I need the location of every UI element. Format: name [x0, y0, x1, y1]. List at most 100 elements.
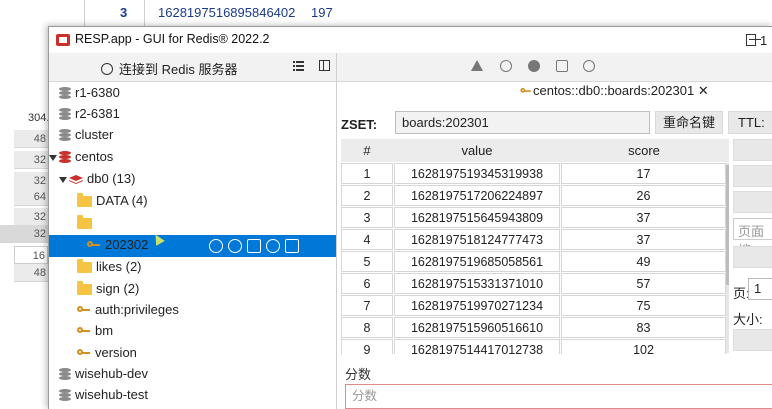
tree-item-bm[interactable]: bm: [77, 320, 113, 341]
background-window-row: 3 1628197516895846402 197: [0, 0, 772, 28]
redis-server-icon: [59, 151, 71, 164]
tree-item-version[interactable]: version: [77, 342, 137, 363]
table-row[interactable]: 1 1628197519345319938 17: [341, 163, 726, 185]
rename-key-button[interactable]: 重命名键: [655, 111, 723, 134]
bg-cell: 64: [14, 188, 48, 206]
table-row[interactable]: 8 1628197515960516610 83: [341, 317, 726, 339]
cell-score[interactable]: 75: [561, 295, 726, 316]
table-row[interactable]: 9 1628197514417012738 102: [341, 339, 726, 354]
cell-score[interactable]: 57: [561, 273, 726, 294]
add-circle-icon: [101, 63, 113, 75]
warning-icon[interactable]: [471, 60, 483, 71]
tree-item-data-folder[interactable]: DATA (4): [77, 190, 148, 211]
toggle-panel-icon[interactable]: [319, 60, 330, 71]
copy-icon[interactable]: [247, 239, 261, 253]
tree-item-label: bm: [95, 323, 114, 338]
title-bar[interactable]: RESP.app - GUI for Redis® 2022.2: [49, 27, 772, 53]
cell-score[interactable]: 26: [561, 185, 726, 206]
tree-item-wisehub-dev[interactable]: wisehub-dev: [59, 363, 148, 384]
table-row[interactable]: 4 1628197518124777473 37: [341, 229, 726, 251]
cell-index[interactable]: 4: [341, 229, 393, 250]
table-row[interactable]: 6 1628197515331371010 57: [341, 273, 726, 295]
cell-index[interactable]: 1: [341, 163, 393, 184]
add-key-icon[interactable]: [228, 239, 242, 253]
table-row[interactable]: 5 1628197519685058561 49: [341, 251, 726, 273]
column-header-score[interactable]: score: [561, 139, 727, 162]
cell-score[interactable]: 17: [561, 163, 726, 184]
help-icon[interactable]: [500, 60, 512, 72]
column-header-value[interactable]: value: [394, 139, 560, 162]
page-search-input[interactable]: 页面搜: [733, 218, 772, 258]
cell-value[interactable]: 1628197515331371010: [394, 273, 560, 294]
cell-value[interactable]: 1628197519345319938: [394, 163, 560, 184]
cell-index[interactable]: 5: [341, 251, 393, 272]
key-name-field[interactable]: boards:202301: [395, 111, 650, 134]
tree-item-cluster[interactable]: cluster: [59, 124, 113, 145]
log-icon[interactable]: [746, 34, 756, 46]
expand-arrow-icon[interactable]: [59, 176, 67, 183]
cell-index[interactable]: 6: [341, 273, 393, 294]
tree-item-r1-6380[interactable]: r1-6380: [59, 82, 120, 103]
bg-row-score: 197: [311, 5, 333, 20]
tree-item-likes-folder[interactable]: likes (2): [77, 256, 142, 277]
cell-value[interactable]: 1628197519970271234: [394, 295, 560, 316]
cell-score[interactable]: 102: [561, 339, 726, 354]
expand-arrow-icon[interactable]: [67, 220, 75, 227]
cell-score[interactable]: 37: [561, 207, 726, 228]
tree-item-wisehub-test[interactable]: wisehub-test: [59, 384, 148, 405]
tree-item-sign-folder[interactable]: sign (2): [77, 278, 139, 299]
cell-value[interactable]: 1628197518124777473: [394, 229, 560, 250]
cell-index[interactable]: 8: [341, 317, 393, 338]
telegram-icon[interactable]: [528, 60, 540, 72]
cell-value[interactable]: 1628197517206224897: [394, 185, 560, 206]
cell-score[interactable]: 37: [561, 229, 726, 250]
cell-value[interactable]: 1628197515645943809: [394, 207, 560, 228]
table-row[interactable]: 2 1628197517206224897 26: [341, 185, 726, 207]
cell-score[interactable]: 49: [561, 251, 726, 272]
list-icon[interactable]: [293, 61, 304, 71]
column-header-index[interactable]: #: [341, 139, 393, 162]
tab-key-boards-202301[interactable]: centos::db0::boards:202301 ✕: [519, 83, 709, 99]
delete-icon[interactable]: [285, 239, 299, 253]
tree-item-centos[interactable]: centos: [49, 146, 113, 167]
cell-index[interactable]: 3: [341, 207, 393, 228]
tree-item-label: version: [95, 345, 137, 360]
reload-icon[interactable]: [209, 239, 223, 253]
cell-index[interactable]: 9: [341, 339, 393, 354]
page-number-input[interactable]: 1: [748, 278, 772, 300]
tree-item-label: likes (2): [96, 259, 142, 274]
tab-close-icon[interactable]: ✕: [698, 83, 709, 98]
cell-value[interactable]: 1628197515960516610: [394, 317, 560, 338]
resp-app-window: RESP.app - GUI for Redis® 2022.2 连接到 Red…: [48, 26, 772, 409]
tree-item-boards-folder[interactable]: boards (1): [67, 212, 155, 233]
cell-value[interactable]: 1628197514417012738: [394, 339, 560, 354]
expand-arrow-icon[interactable]: [49, 154, 57, 161]
side-button[interactable]: [733, 191, 772, 213]
cell-score[interactable]: 83: [561, 317, 726, 338]
score-input[interactable]: 分数: [345, 384, 772, 409]
side-button[interactable]: [733, 139, 772, 161]
table-row[interactable]: 7 1628197519970271234 75: [341, 295, 726, 317]
tree-item-auth-privileges[interactable]: auth:privileges: [77, 299, 179, 320]
tree-item-r2-6381[interactable]: r2-6381: [59, 103, 120, 124]
redis-app-icon: [56, 34, 70, 46]
folder-icon: [77, 193, 92, 208]
connect-to-redis-button[interactable]: 连接到 Redis 服务器: [101, 59, 237, 78]
tree-item-label: cluster: [75, 127, 114, 142]
prev-page-button[interactable]: [733, 329, 772, 351]
scrollbar-thumb[interactable]: [726, 165, 729, 285]
table-row[interactable]: 3 1628197515645943809 37: [341, 207, 726, 229]
cell-value[interactable]: 1628197519685058561: [394, 251, 560, 272]
side-button[interactable]: [733, 246, 772, 268]
cell-index[interactable]: 7: [341, 295, 393, 316]
cell-index[interactable]: 2: [341, 185, 393, 206]
github-icon[interactable]: [583, 60, 595, 72]
tree-item-db0[interactable]: db0 (13): [59, 168, 135, 189]
filter-icon[interactable]: [266, 239, 280, 253]
connect-label: 连接到 Redis 服务器: [119, 62, 238, 77]
database-layer-icon: [69, 174, 83, 184]
side-button[interactable]: [733, 165, 772, 187]
ttl-button[interactable]: TTL:: [728, 111, 772, 134]
tree-item-key-202302[interactable]: 202302: [87, 234, 148, 255]
twitter-icon[interactable]: [556, 60, 568, 72]
